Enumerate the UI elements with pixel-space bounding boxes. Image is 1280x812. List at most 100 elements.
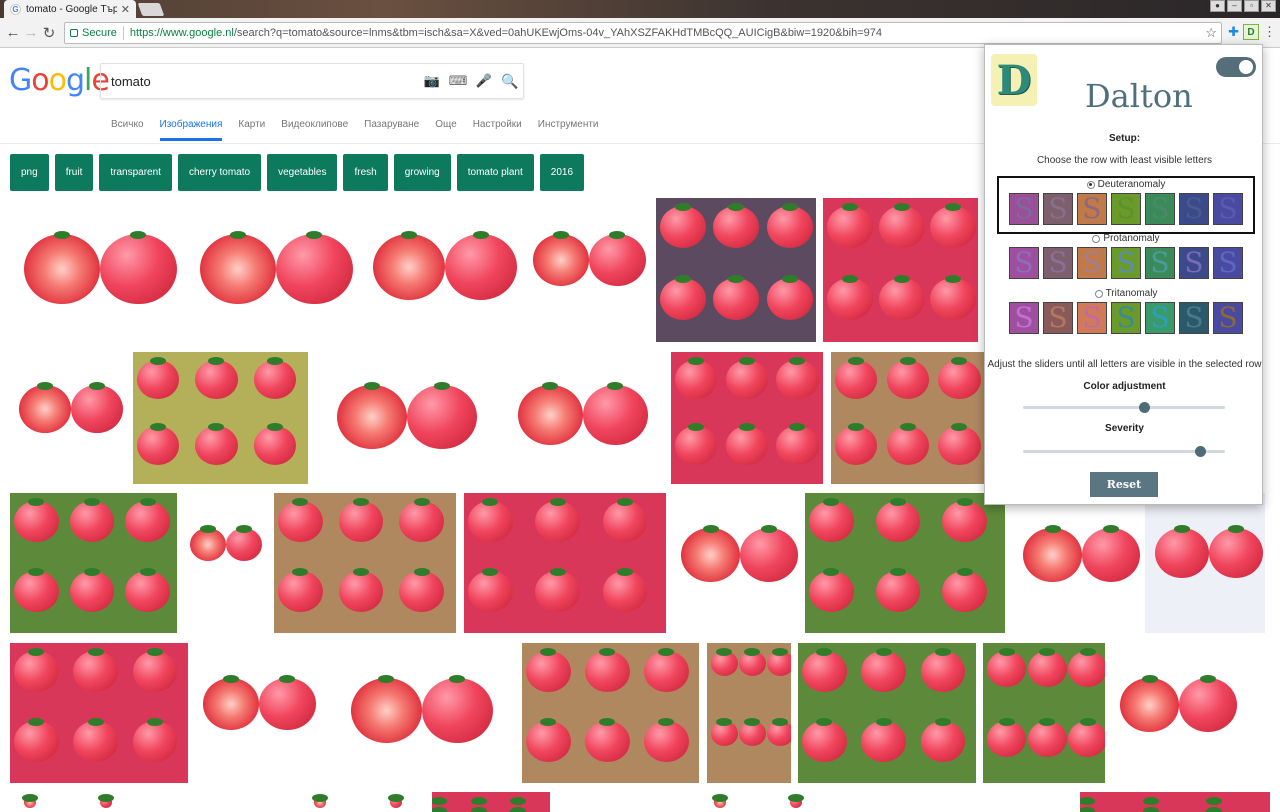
radio-button[interactable] <box>1094 289 1103 298</box>
close-window-icon[interactable]: ✕ <box>1261 0 1276 12</box>
image-result[interactable] <box>464 493 666 633</box>
search-tab[interactable]: Още <box>435 119 456 141</box>
microphone-icon[interactable]: 🎤 <box>471 73 497 89</box>
search-tab[interactable]: Пазаруване <box>364 119 419 141</box>
reset-button[interactable]: Reset <box>1090 472 1158 497</box>
image-result[interactable] <box>671 352 823 484</box>
deficiency-radio-row[interactable]: Tritanomaly <box>997 287 1255 300</box>
secure-indicator[interactable]: Secure <box>65 27 117 39</box>
slider-thumb[interactable] <box>1138 402 1150 413</box>
tomato-leaf-graphic <box>842 275 859 283</box>
radio-button[interactable] <box>1086 180 1095 189</box>
image-result[interactable] <box>671 493 801 633</box>
search-tab[interactable]: Всичко <box>111 119 144 141</box>
new-tab-button[interactable] <box>137 3 165 16</box>
tomato-leaf-graphic <box>147 718 164 726</box>
search-tab[interactable]: Карти <box>238 119 265 141</box>
image-result[interactable] <box>325 352 480 484</box>
image-result[interactable] <box>10 493 177 633</box>
image-result[interactable] <box>1110 643 1240 783</box>
close-tab-icon[interactable]: ✕ <box>121 3 130 16</box>
image-result[interactable] <box>700 792 870 812</box>
image-result[interactable] <box>798 643 976 783</box>
image-result[interactable] <box>10 792 180 812</box>
keyboard-icon[interactable]: ⌨ <box>445 73 471 89</box>
reload-icon[interactable]: ↻ <box>40 24 58 42</box>
image-result[interactable] <box>133 352 308 484</box>
browser-tab[interactable]: G tomato - Google Търсен ✕ <box>4 0 136 18</box>
bookmark-star-icon[interactable]: ☆ <box>1205 25 1221 41</box>
image-result[interactable] <box>707 643 791 783</box>
image-result[interactable] <box>656 198 816 342</box>
related-search-chip[interactable]: cherry tomato <box>177 154 262 191</box>
deficiency-radio-row[interactable]: Protanomaly <box>997 232 1255 245</box>
color-swatch: S <box>1009 302 1039 334</box>
deficiency-option[interactable]: Protanomaly S S S S S S S <box>997 232 1255 284</box>
image-result[interactable] <box>522 643 699 783</box>
image-result[interactable] <box>523 198 648 342</box>
dalton-extension-icon[interactable]: D <box>1243 24 1259 40</box>
related-search-chip[interactable]: vegetables <box>267 154 338 191</box>
deficiency-option[interactable]: Deuteranomaly S S S S S S S <box>997 176 1255 234</box>
related-search-chip[interactable]: png <box>10 154 49 191</box>
search-query[interactable]: tomato <box>111 74 419 89</box>
color-swatch: S <box>1111 302 1141 334</box>
search-tab[interactable]: Инструменти <box>538 119 599 141</box>
search-tab[interactable]: Видеоклипове <box>281 119 348 141</box>
tomato-graphic <box>407 385 477 450</box>
tomato-graphic <box>725 426 768 465</box>
radio-button[interactable] <box>1092 234 1101 243</box>
related-search-chip[interactable]: growing <box>393 154 451 191</box>
back-arrow-icon[interactable]: ← <box>4 24 22 41</box>
image-result[interactable] <box>10 198 180 342</box>
image-result[interactable] <box>10 352 125 484</box>
image-result[interactable] <box>823 198 978 342</box>
image-result[interactable] <box>805 493 1005 633</box>
tomato-leaf-graphic <box>738 423 755 431</box>
related-search-chip[interactable]: 2016 <box>539 154 585 191</box>
image-result[interactable] <box>184 493 264 633</box>
image-result[interactable] <box>506 352 651 484</box>
profile-icon[interactable]: ● <box>1210 0 1225 12</box>
enable-toggle[interactable] <box>1216 57 1256 77</box>
tomato-leaf-graphic <box>1205 807 1222 812</box>
tomato-leaf-graphic <box>388 794 405 802</box>
search-tab[interactable]: Изображения <box>159 119 223 141</box>
camera-icon[interactable]: 📷 <box>419 73 445 89</box>
severity-slider[interactable] <box>1023 446 1225 457</box>
image-result[interactable] <box>193 643 318 783</box>
tomato-leaf-graphic <box>98 794 115 802</box>
deficiency-option[interactable]: Tritanomaly S S S S S S S <box>997 287 1255 339</box>
browser-menu-icon[interactable]: ⋮ <box>1263 24 1276 40</box>
color-adjustment-slider[interactable] <box>1023 402 1225 413</box>
related-search-chip[interactable]: tomato plant <box>456 154 534 191</box>
extension-puzzle-icon[interactable]: ✚ <box>1228 24 1239 40</box>
image-result[interactable] <box>186 198 356 342</box>
related-search-chip[interactable]: fruit <box>54 154 94 191</box>
google-logo[interactable]: Google <box>9 63 110 98</box>
forward-arrow-icon[interactable]: → <box>22 24 40 41</box>
minimize-icon[interactable]: – <box>1227 0 1242 12</box>
image-result[interactable] <box>1145 493 1265 633</box>
related-search-chip[interactable]: transparent <box>99 154 172 191</box>
image-result[interactable] <box>10 643 188 783</box>
slider-thumb[interactable] <box>1195 446 1207 457</box>
image-result[interactable] <box>1013 493 1143 633</box>
tomato-leaf-graphic <box>1142 797 1159 805</box>
search-tab[interactable]: Настройки <box>473 119 522 141</box>
image-result[interactable] <box>360 198 520 342</box>
deficiency-radio-row[interactable]: Deuteranomaly <box>999 178 1253 191</box>
related-search-chip[interactable]: fresh <box>343 154 388 191</box>
address-bar[interactable]: Secure https://www.google.nl/search?q=to… <box>64 22 1222 44</box>
image-result[interactable] <box>983 643 1105 783</box>
image-result[interactable] <box>432 792 550 812</box>
maximize-icon[interactable]: ▫ <box>1244 0 1259 12</box>
search-input[interactable]: tomato 📷 ⌨ 🎤 🔍 <box>100 63 524 99</box>
image-result[interactable] <box>338 643 496 783</box>
image-result[interactable] <box>274 493 456 633</box>
tomato-graphic <box>14 501 59 543</box>
image-result[interactable] <box>831 352 986 484</box>
image-result[interactable] <box>1080 792 1270 812</box>
url-text[interactable]: https://www.google.nl/search?q=tomato&so… <box>130 27 1205 39</box>
search-icon[interactable]: 🔍 <box>497 73 523 90</box>
